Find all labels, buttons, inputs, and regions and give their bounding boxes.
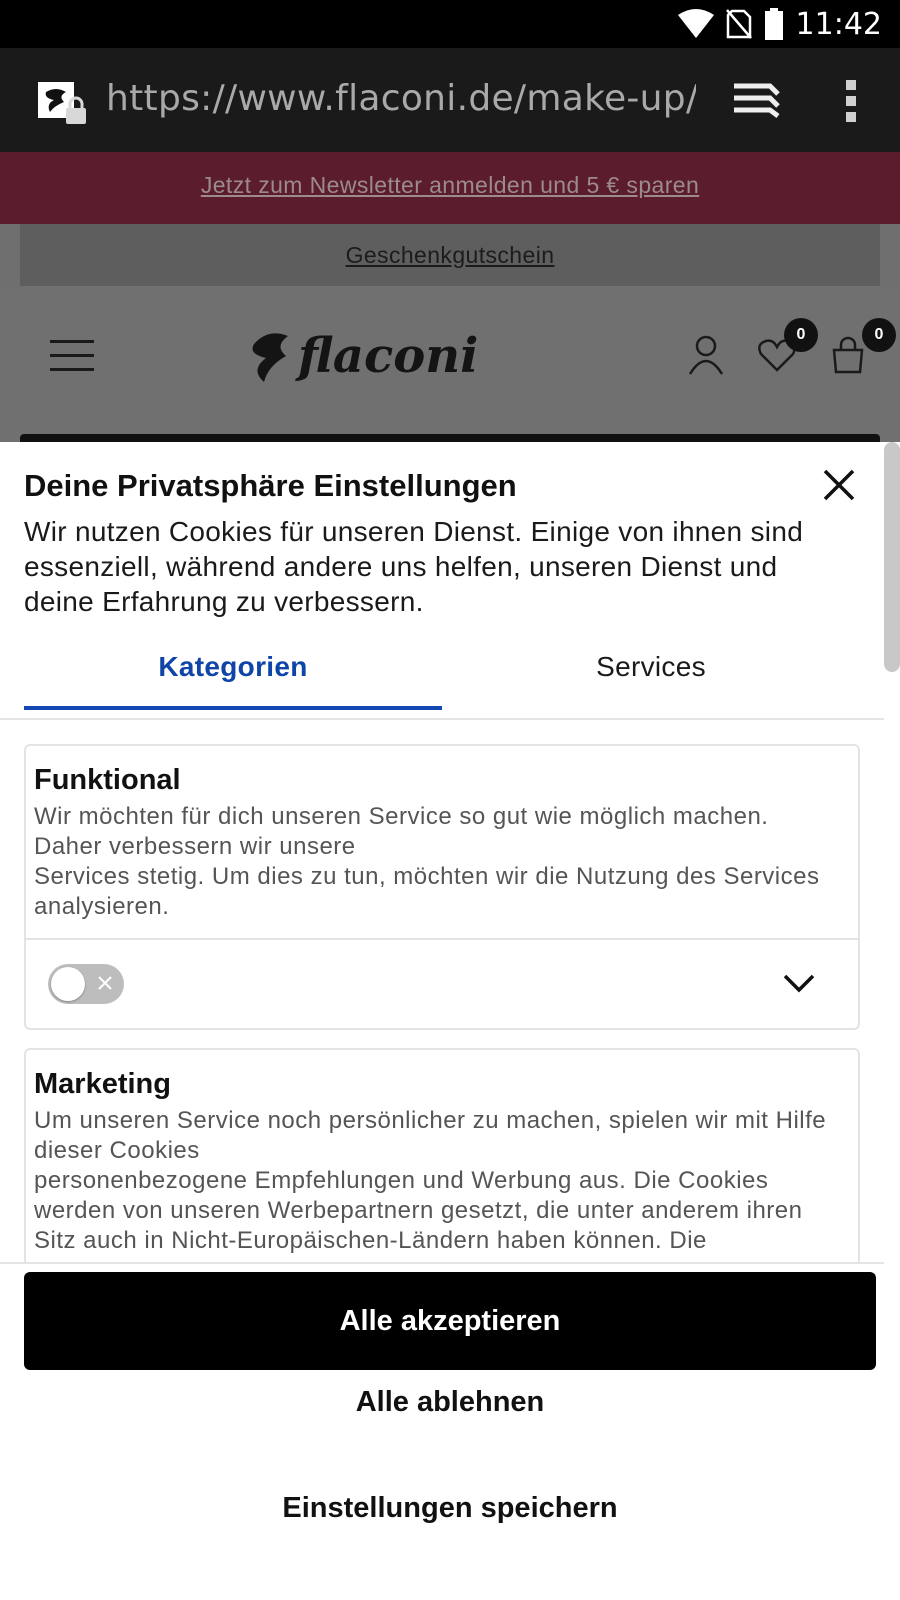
no-sim-icon: [725, 9, 752, 39]
cart-count-badge: 0: [862, 318, 896, 352]
category-title: Marketing: [34, 1068, 171, 1100]
battery-icon: [764, 8, 783, 40]
shopping-bag-icon[interactable]: [830, 336, 866, 374]
close-icon[interactable]: [822, 468, 856, 502]
footer-divider: [0, 1262, 884, 1264]
wishlist-count-badge: 0: [784, 318, 818, 352]
status-icons: 11:42: [677, 6, 882, 42]
site-lock-icon[interactable]: [36, 80, 92, 128]
voucher-link[interactable]: Geschenkgutschein: [20, 242, 880, 269]
card-divider: [26, 938, 858, 940]
accept-all-button[interactable]: Alle akzeptieren: [24, 1272, 876, 1370]
category-description: Um unseren Service noch persönlicher zu …: [34, 1107, 827, 1254]
wifi-icon: [677, 9, 714, 38]
url-bar[interactable]: https://www.flaconi.de/make-up/bel: [106, 78, 696, 122]
newsletter-banner: Jetzt zum Newsletter anmelden und 5 € sp…: [0, 152, 900, 224]
dialog-scrollbar[interactable]: [884, 442, 900, 672]
category-description: Wir möchten für dich unseren Service so …: [34, 803, 820, 920]
toggle-knob: [51, 967, 85, 1001]
account-icon[interactable]: [688, 334, 724, 376]
hamburger-menu-icon[interactable]: [50, 340, 94, 374]
svg-text:flaconi: flaconi: [295, 328, 478, 384]
reject-all-button[interactable]: Alle ablehnen: [24, 1362, 876, 1442]
toggle-off-x-icon: [98, 976, 112, 990]
tab-services[interactable]: Services: [442, 640, 860, 710]
funktional-toggle[interactable]: [48, 964, 124, 1004]
tabs-icon[interactable]: [730, 78, 782, 122]
status-bar: 11:42: [0, 0, 900, 48]
clock: 11:42: [795, 6, 882, 42]
category-card-funktional: Funktional Wir möchten für dich unseren …: [24, 744, 860, 1030]
flaconi-logo[interactable]: flaconi: [248, 326, 478, 388]
browser-toolbar: https://www.flaconi.de/make-up/bel: [0, 48, 900, 152]
newsletter-link[interactable]: Jetzt zum Newsletter anmelden und 5 € sp…: [0, 172, 900, 199]
categories-list[interactable]: Funktional Wir möchten für dich unseren …: [0, 720, 884, 1262]
tab-kategorien[interactable]: Kategorien: [24, 640, 442, 710]
voucher-banner: Geschenkgutschein: [20, 224, 880, 286]
category-card-marketing: Marketing Um unseren Service noch persön…: [24, 1048, 860, 1262]
save-settings-button[interactable]: Einstellungen speichern: [24, 1468, 876, 1548]
privacy-consent-dialog: Deine Privatsphäre Einstellungen Wir nut…: [0, 442, 900, 1600]
category-title: Funktional: [34, 764, 181, 796]
site-header: flaconi 0 0: [0, 286, 900, 442]
chevron-down-icon[interactable]: [782, 972, 816, 994]
dialog-title: Deine Privatsphäre Einstellungen: [24, 468, 517, 503]
dialog-description: Wir nutzen Cookies für unseren Dienst. E…: [24, 516, 804, 617]
overflow-menu-icon[interactable]: [840, 78, 864, 124]
